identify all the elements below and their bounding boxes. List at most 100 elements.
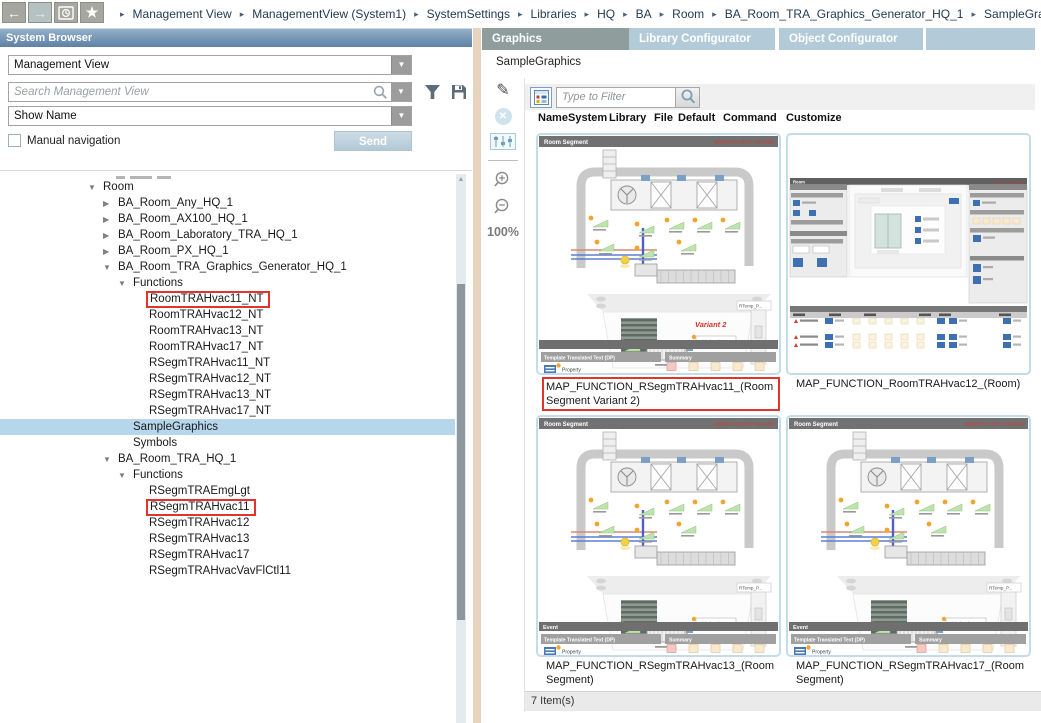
history-icon[interactable] [54, 2, 78, 23]
column-header[interactable]: File [654, 112, 678, 128]
column-header[interactable]: Customize [786, 112, 856, 128]
tree-item[interactable]: RSegmTRAHvac12_NT [0, 371, 455, 387]
breadcrumb-item[interactable]: HQ [597, 7, 615, 21]
expander-collapsed-icon[interactable]: ▶ [103, 199, 118, 208]
svg-text:Room Segment: Room Segment [794, 422, 838, 428]
manual-navigation-checkbox[interactable] [8, 134, 21, 147]
graphics-thumbnail[interactable]: Room Segment segment is set to 'not used… [786, 415, 1031, 657]
breadcrumb-separator-icon: ▸ [414, 9, 419, 20]
tree-item[interactable]: RSegmTRAHvac17_NT [0, 403, 455, 419]
tree-item[interactable]: RSegmTRAEmgLgt [0, 483, 455, 499]
card-caption[interactable]: MAP_FUNCTION_RSegmTRAHvac13_(Room Segmen… [546, 659, 782, 689]
expander-collapsed-icon[interactable]: ▶ [103, 247, 118, 256]
tree-item-label: Symbols [133, 437, 177, 449]
column-header[interactable]: System [568, 112, 609, 128]
zoom-in-icon[interactable] [494, 171, 513, 190]
display-mode-selector[interactable]: Show Name ▼ [8, 106, 412, 126]
tree-item[interactable]: RoomTRAHvac12_NT [0, 307, 455, 323]
column-header[interactable]: Library [609, 112, 654, 128]
back-arrow-icon[interactable]: ← [2, 2, 26, 23]
tree-item-label: RoomTRAHvac17_NT [149, 341, 263, 353]
chevron-down-icon[interactable]: ▼ [391, 56, 411, 74]
divider [524, 78, 525, 712]
card-caption[interactable]: MAP_FUNCTION_RoomTRAHvac12_(Room) [796, 377, 1032, 407]
tree-item[interactable]: RoomTRAHvac17_NT [0, 339, 455, 355]
expander-expanded-icon[interactable]: ▼ [118, 471, 133, 480]
delete-icon[interactable]: ✕ [495, 108, 512, 125]
tree-item[interactable]: ▼Functions [0, 275, 455, 291]
tree-item[interactable]: RoomTRAHvac13_NT [0, 323, 455, 339]
svg-text:Summary: Summary [919, 637, 942, 643]
tree-item-label: RSegmTRAHvac11_NT [149, 357, 270, 369]
breadcrumb-item[interactable]: Libraries [531, 7, 577, 21]
tree-item[interactable]: RoomTRAHvac11_NT [0, 291, 455, 307]
svg-text:TExt: TExt [732, 373, 742, 375]
svg-text:Event: Event [793, 625, 808, 631]
breadcrumb-item[interactable]: Management View [133, 7, 232, 21]
tree-scrollbar[interactable]: ▲ [456, 174, 466, 723]
breadcrumb-item[interactable]: BA_Room_TRA_Graphics_Generator_HQ_1 [725, 7, 964, 21]
expander-expanded-icon[interactable]: ▼ [103, 263, 118, 272]
expander-expanded-icon[interactable]: ▼ [103, 455, 118, 464]
filter-search-icon[interactable] [676, 87, 700, 108]
tree-item[interactable]: ▶BA_Room_Any_HQ_1 [0, 195, 455, 211]
breadcrumb-item[interactable]: BA [636, 7, 652, 21]
tree-item[interactable]: ▶BA_Room_AX100_HQ_1 [0, 211, 455, 227]
expander-collapsed-icon[interactable]: ▶ [103, 231, 118, 240]
svg-text:TExt: TExt [960, 655, 970, 657]
tree-item[interactable]: RSegmTRAHvac13 [0, 531, 455, 547]
filter-input[interactable] [556, 87, 676, 108]
card-caption[interactable]: MAP_FUNCTION_RSegmTRAHvac17_(Room Segmen… [796, 659, 1032, 689]
view-mode-grid-icon[interactable] [530, 87, 552, 108]
breadcrumb-item[interactable]: SampleGraphics [984, 7, 1041, 21]
tree-item[interactable]: Symbols [0, 435, 455, 451]
save-icon[interactable] [451, 84, 467, 100]
breadcrumb-item[interactable]: SystemSettings [427, 7, 510, 21]
tree-item[interactable]: ▶BA_Room_Laboratory_TRA_HQ_1 [0, 227, 455, 243]
tree-item[interactable]: ▼Functions [0, 467, 455, 483]
breadcrumb-item[interactable]: Room [672, 7, 704, 21]
tree-item[interactable]: RSegmTRAHvac11_NT [0, 355, 455, 371]
tree-item[interactable]: SampleGraphics [0, 419, 455, 435]
chevron-down-icon[interactable]: ▼ [391, 83, 411, 101]
tree-item[interactable]: ▼BA_Room_TRA_Graphics_Generator_HQ_1 [0, 259, 455, 275]
tab-library-configurator[interactable]: Library Configurator [629, 28, 779, 50]
tab-graphics[interactable]: Graphics [482, 28, 629, 50]
view-selector[interactable]: Management View ▼ [8, 55, 412, 75]
tree-item[interactable]: RSegmTRAHvacVavFlCtl11 [0, 563, 455, 579]
tree-item[interactable]: ▼Room [0, 179, 455, 195]
svg-text:Template Translated Text (DP): Template Translated Text (DP) [544, 355, 615, 361]
tree-item[interactable]: RSegmTRAHvac13_NT [0, 387, 455, 403]
sliders-icon[interactable] [490, 133, 516, 150]
graphics-thumbnail[interactable]: Room is set to 'not used' [786, 133, 1031, 375]
tree-item[interactable]: RSegmTRAHvac12 [0, 515, 455, 531]
graphics-thumbnail[interactable]: Room Segment segment is set to 'not used… [536, 415, 781, 657]
panel-splitter[interactable] [472, 28, 482, 723]
pen-icon[interactable]: ✎ [496, 80, 509, 100]
breadcrumb-item[interactable]: ManagementView (System1) [252, 7, 406, 21]
expander-expanded-icon[interactable]: ▼ [88, 183, 103, 192]
tree-item[interactable]: RSegmTRAHvac17 [0, 547, 455, 563]
column-header[interactable]: Command [723, 112, 786, 128]
expander-collapsed-icon[interactable]: ▶ [103, 215, 118, 224]
favorites-star-icon[interactable]: ★ [80, 2, 104, 23]
graphics-thumbnail[interactable]: Room Segment segment is set to 'not used… [536, 133, 781, 375]
search-icon[interactable] [369, 83, 391, 101]
card-caption[interactable]: MAP_FUNCTION_RSegmTRAHvac11_(Room Segmen… [542, 377, 780, 411]
breadcrumb-separator-icon: ▸ [623, 9, 628, 20]
filter-funnel-icon[interactable] [424, 84, 441, 100]
tree-item[interactable]: RSegmTRAHvac11 [0, 499, 455, 515]
expander-expanded-icon[interactable]: ▼ [118, 279, 133, 288]
send-button[interactable]: Send [334, 131, 412, 151]
search-input[interactable] [9, 83, 369, 101]
zoom-out-icon[interactable] [494, 198, 513, 217]
scroll-up-icon[interactable]: ▲ [456, 176, 466, 183]
chevron-down-icon[interactable]: ▼ [391, 107, 411, 125]
column-header[interactable]: Name [538, 112, 568, 128]
column-header[interactable]: Default [678, 112, 723, 128]
tree-item[interactable]: ▼BA_Room_TRA_HQ_1 [0, 451, 455, 467]
forward-arrow-icon[interactable]: → [28, 2, 52, 23]
tree-item[interactable]: ▶BA_Room_PX_HQ_1 [0, 243, 455, 259]
tab-object-configurator[interactable]: Object Configurator [779, 28, 926, 50]
scrollbar-thumb[interactable] [457, 284, 465, 620]
